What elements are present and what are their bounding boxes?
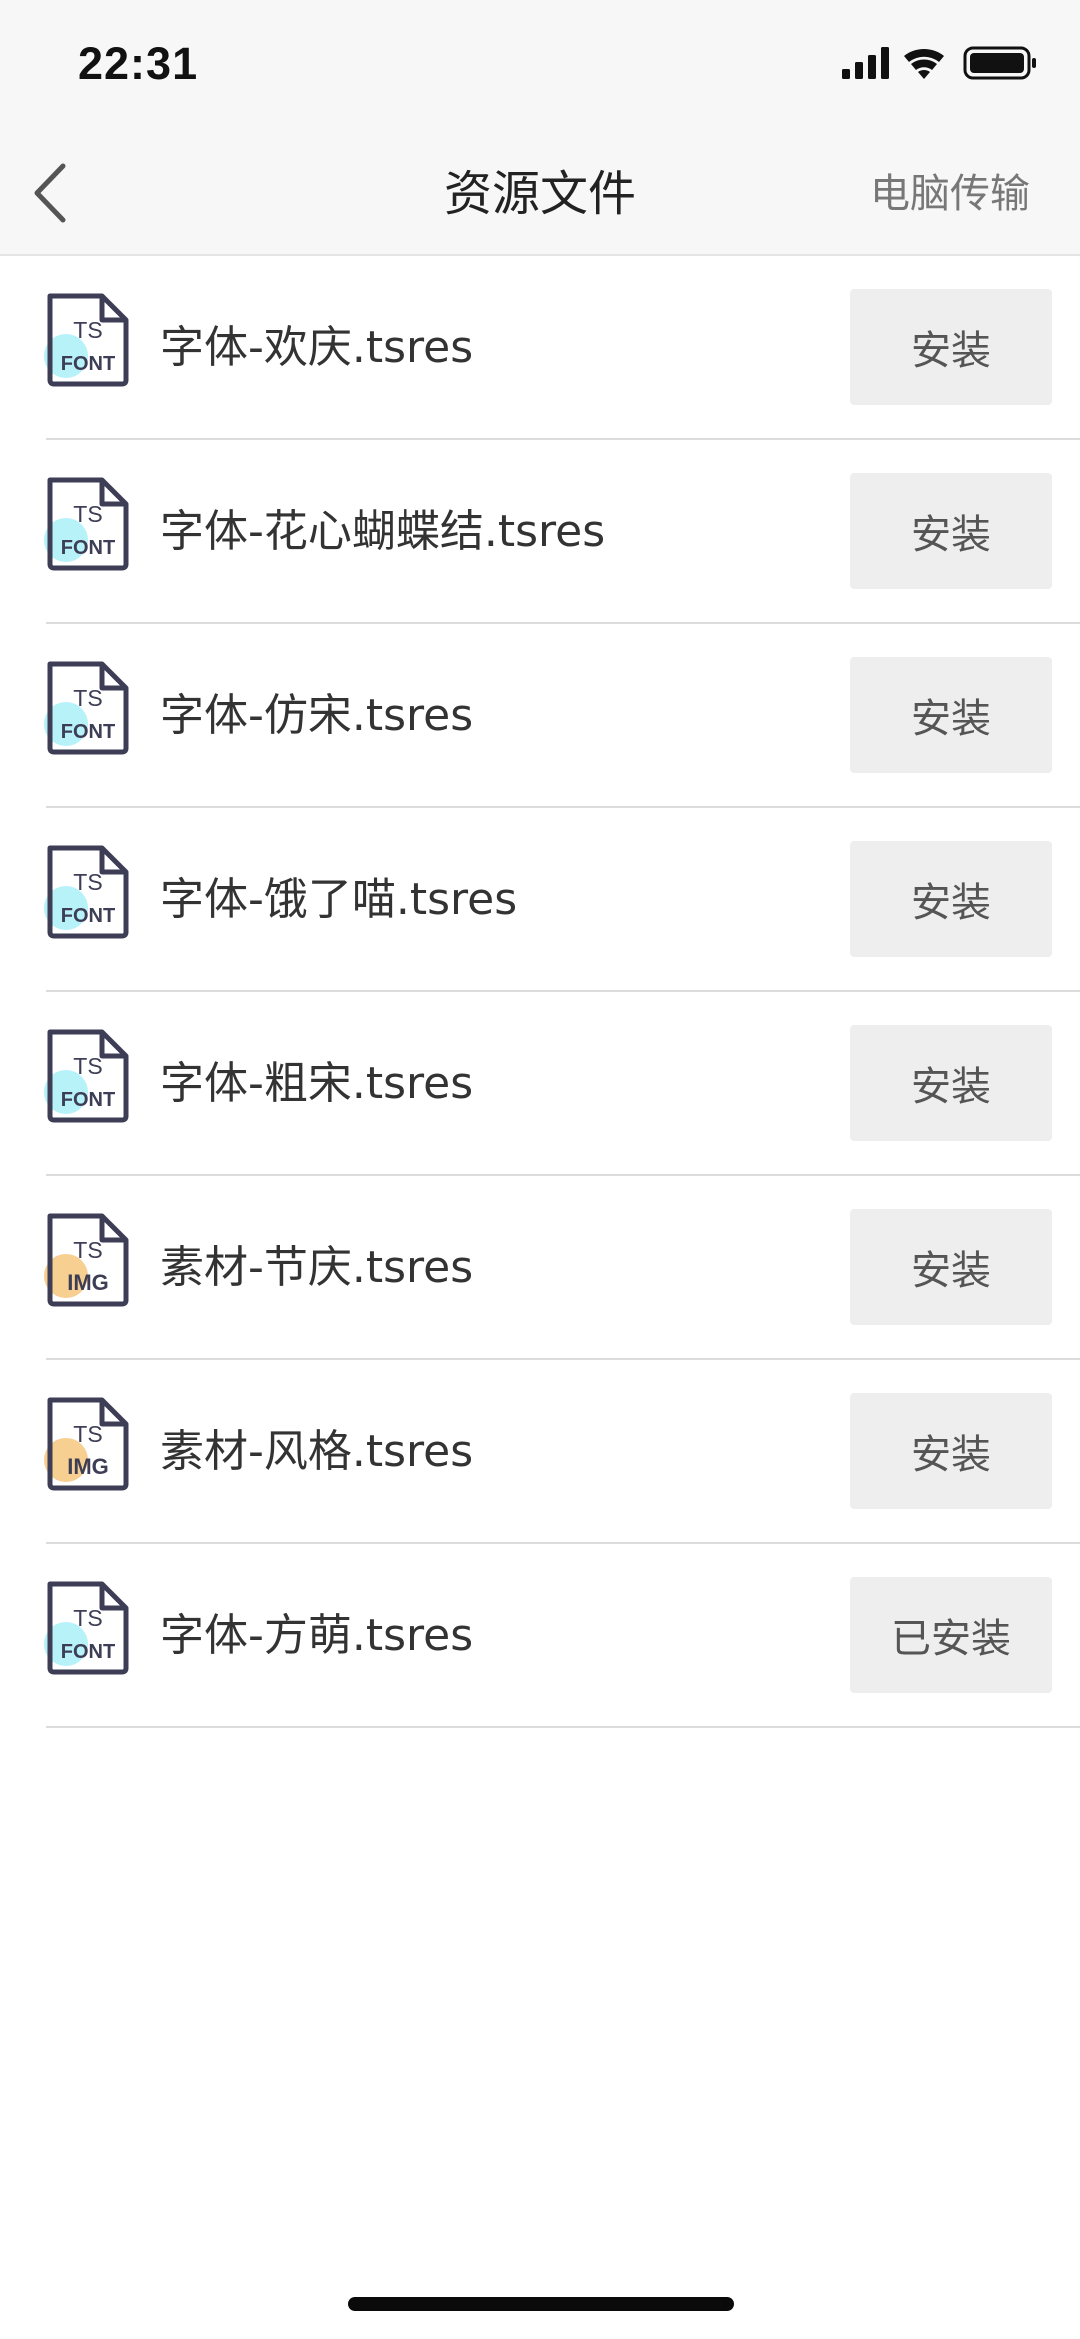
back-button[interactable]: [10, 153, 90, 233]
install-button[interactable]: 已安装: [850, 1577, 1052, 1693]
font-resource-file-icon: TS FONT: [38, 1026, 138, 1126]
file-name: 字体-欢庆.tsres: [160, 322, 474, 373]
navigation-bar: 资源文件 电脑传输: [0, 135, 1080, 256]
divider: [46, 1726, 1080, 1728]
home-indicator[interactable]: [348, 2297, 734, 2311]
font-resource-file-icon: TS FONT: [38, 1578, 138, 1678]
file-name: 素材-风格.tsres: [160, 1426, 474, 1477]
svg-text:TS: TS: [73, 1053, 102, 1079]
install-button[interactable]: 安装: [850, 289, 1052, 405]
image-resource-file-icon: TS IMG: [38, 1394, 138, 1494]
status-time: 22:31: [78, 38, 199, 89]
svg-text:TS: TS: [73, 1237, 102, 1263]
file-name: 字体-仿宋.tsres: [160, 690, 474, 741]
status-bar: 22:31: [0, 0, 1080, 135]
svg-text:TS: TS: [73, 1605, 102, 1631]
file-list-item[interactable]: TS FONT 字体-欢庆.tsres 安装: [0, 256, 1080, 440]
file-name: 字体-粗宋.tsres: [160, 1058, 474, 1109]
svg-text:FONT: FONT: [61, 353, 115, 375]
svg-text:TS: TS: [73, 1421, 102, 1447]
font-resource-file-icon: TS FONT: [38, 658, 138, 758]
install-button[interactable]: 安装: [850, 473, 1052, 589]
computer-transfer-button[interactable]: 电脑传输: [870, 135, 1030, 254]
file-list-item[interactable]: TS IMG 素材-节庆.tsres 安装: [0, 1176, 1080, 1360]
file-name: 字体-方萌.tsres: [160, 1610, 474, 1661]
wifi-icon: [904, 48, 944, 79]
svg-text:TS: TS: [73, 685, 102, 711]
file-name: 字体-饿了喵.tsres: [160, 874, 518, 925]
file-list-item[interactable]: TS IMG 素材-风格.tsres 安装: [0, 1360, 1080, 1544]
install-button[interactable]: 安装: [850, 1025, 1052, 1141]
file-list-item[interactable]: TS FONT 字体-花心蝴蝶结.tsres 安装: [0, 440, 1080, 624]
font-resource-file-icon: TS FONT: [38, 474, 138, 574]
svg-text:IMG: IMG: [67, 1454, 109, 1479]
battery-icon: [963, 46, 1036, 80]
install-button[interactable]: 安装: [850, 1209, 1052, 1325]
file-name: 素材-节庆.tsres: [160, 1242, 474, 1293]
status-icons: [840, 45, 1040, 85]
svg-text:FONT: FONT: [61, 1641, 115, 1663]
svg-text:IMG: IMG: [67, 1270, 109, 1295]
svg-text:FONT: FONT: [61, 537, 115, 559]
file-name: 字体-花心蝴蝶结.tsres: [160, 506, 606, 557]
file-list-item[interactable]: TS FONT 字体-仿宋.tsres 安装: [0, 624, 1080, 808]
svg-text:FONT: FONT: [61, 905, 115, 927]
install-button[interactable]: 安装: [850, 1393, 1052, 1509]
install-button[interactable]: 安装: [850, 841, 1052, 957]
file-list-item[interactable]: TS FONT 字体-粗宋.tsres 安装: [0, 992, 1080, 1176]
font-resource-file-icon: TS FONT: [38, 842, 138, 942]
font-resource-file-icon: TS FONT: [38, 290, 138, 390]
svg-text:TS: TS: [73, 869, 102, 895]
svg-text:FONT: FONT: [61, 721, 115, 743]
svg-text:FONT: FONT: [61, 1089, 115, 1111]
install-button[interactable]: 安装: [850, 657, 1052, 773]
chevron-left-icon: [34, 163, 66, 223]
svg-text:TS: TS: [73, 501, 102, 527]
resource-file-list: TS FONT 字体-欢庆.tsres 安装 TS FONT 字体-花心蝴蝶结.tsres 安…: [0, 256, 1080, 1728]
svg-text:TS: TS: [73, 317, 102, 343]
file-list-item[interactable]: TS FONT 字体-方萌.tsres 已安装: [0, 1544, 1080, 1728]
file-list-item[interactable]: TS FONT 字体-饿了喵.tsres 安装: [0, 808, 1080, 992]
signal-icon: [842, 47, 889, 79]
image-resource-file-icon: TS IMG: [38, 1210, 138, 1310]
